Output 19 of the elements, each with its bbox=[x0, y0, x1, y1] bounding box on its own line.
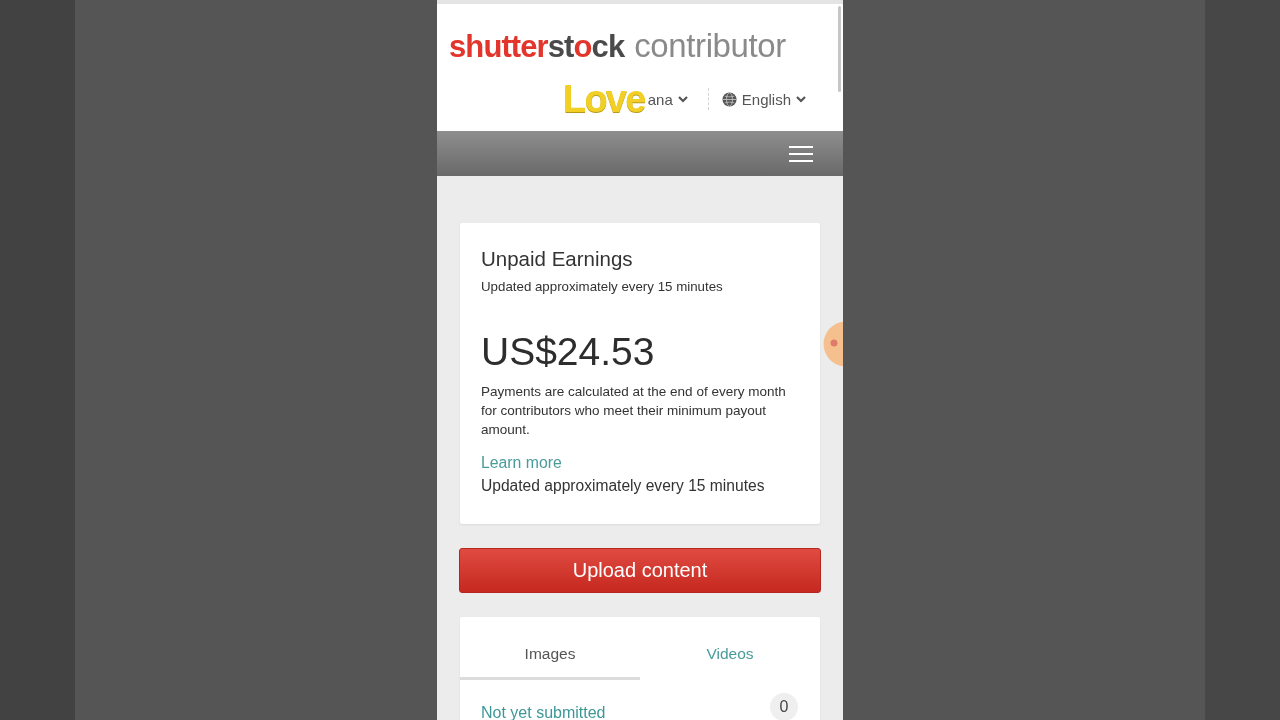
update-note: Updated approximately every 15 minutes bbox=[481, 279, 724, 295]
logo-product-text: contributor bbox=[634, 28, 786, 64]
upload-content-button[interactable]: Upload content bbox=[459, 548, 821, 593]
update-note: Updated approximately every 15 minutes bbox=[481, 476, 766, 496]
chevron-down-icon bbox=[796, 95, 806, 103]
language-menu[interactable]: English bbox=[721, 90, 806, 108]
touch-point-icon bbox=[823, 321, 843, 367]
logo-wordmark[interactable]: shutterstock bbox=[449, 29, 625, 65]
scrollbar[interactable] bbox=[838, 6, 841, 92]
chevron-down-icon bbox=[677, 95, 688, 103]
earnings-amount: US$24.53 bbox=[481, 330, 656, 374]
media-tab[interactable]: Images bbox=[460, 617, 640, 680]
user-menu[interactable]: ana bbox=[647, 90, 688, 108]
count-badge: 0 bbox=[770, 693, 798, 720]
card-title: Unpaid Earnings bbox=[481, 247, 634, 271]
sticker-text: Love bbox=[563, 80, 645, 118]
payment-note: Payments are calculated at the end of every month for contributors who meet their minimum payout amount. bbox=[481, 383, 787, 439]
menu-icon[interactable] bbox=[789, 145, 813, 162]
globe-icon bbox=[721, 91, 737, 107]
